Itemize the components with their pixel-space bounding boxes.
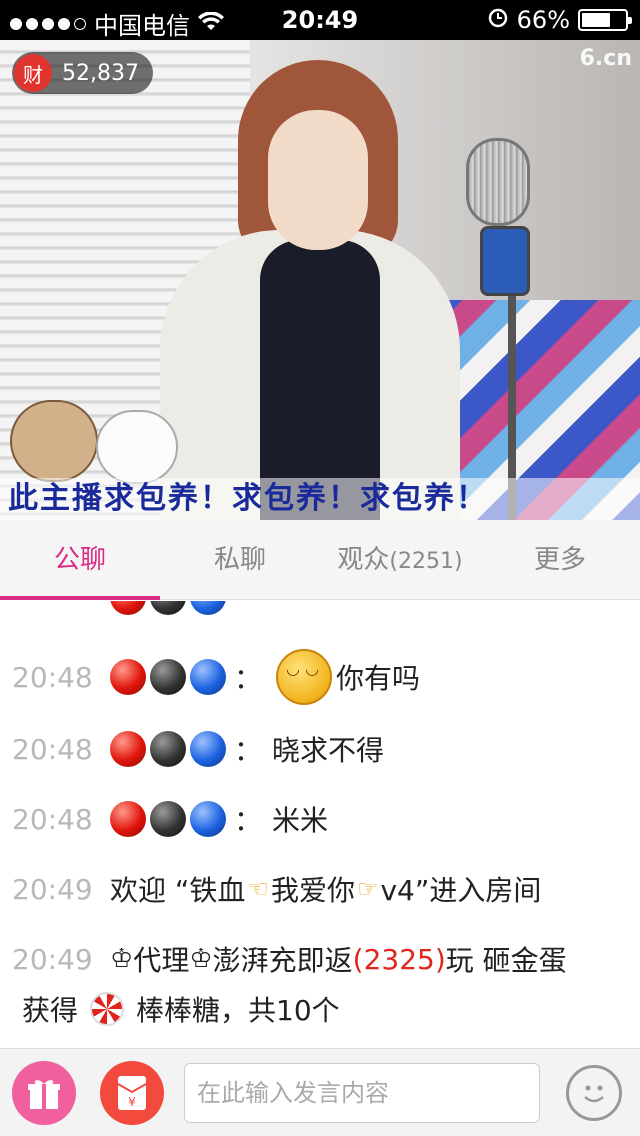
battery-group: 66% xyxy=(487,6,632,34)
red-packet-icon: ¥ xyxy=(117,1076,147,1110)
live-video[interactable]: 财 52,837 6.cn 此主播求包养！求包养！求包养！ xyxy=(0,40,640,520)
bunny-sticker xyxy=(96,410,178,484)
pointing-hand-icon: ☜ xyxy=(247,875,269,903)
input-bar: ¥ xyxy=(0,1048,640,1136)
smirk-emoji-icon xyxy=(276,649,333,705)
stream-banner: 此主播求包养！求包养！求包养！ xyxy=(0,478,640,520)
user-badge-blue-icon xyxy=(190,659,226,695)
wealth-icon: 财 xyxy=(14,54,52,92)
message-text: 你有吗 xyxy=(336,662,421,695)
gift-icon xyxy=(28,1080,60,1109)
message-separator: ： xyxy=(234,662,263,695)
svg-text:¥: ¥ xyxy=(128,1095,136,1109)
list-item: 获得 棒棒糖，共10个 xyxy=(22,989,340,1029)
status-bar: 中国电信 20:49 66% xyxy=(0,0,640,40)
user-badge-blue-icon xyxy=(190,801,226,837)
gift-sender-title: 代理 xyxy=(133,944,190,977)
list-item xyxy=(110,601,230,615)
message-text: 米米 xyxy=(272,804,329,837)
message-separator: ： xyxy=(234,734,263,767)
wealth-count: 52,837 xyxy=(62,60,139,86)
bear-sticker xyxy=(10,400,98,482)
tab-audience[interactable]: 观众(2251) xyxy=(320,520,480,599)
message-time: 20:48 xyxy=(12,660,93,694)
streamer-face xyxy=(268,110,368,250)
gift-sender-name: 澎湃充即返 xyxy=(212,944,353,977)
emoji-button[interactable] xyxy=(566,1065,622,1121)
user-badge-black-icon xyxy=(150,659,186,695)
chat-list[interactable]: 20:48 ： 你有吗 20:48 ： 晓求不得 20:48 ： 米米 20:4… xyxy=(0,601,640,1048)
welcome-prefix: 欢迎 “铁血 xyxy=(110,874,246,907)
lollipop-icon xyxy=(90,992,125,1026)
crown-icon: ♔ xyxy=(189,944,213,974)
tab-public-chat[interactable]: 公聊 xyxy=(0,520,160,600)
wealth-badge[interactable]: 财 52,837 xyxy=(12,52,153,94)
message-text: 晓求不得 xyxy=(272,734,385,767)
list-item: 20:48 ： 米米 xyxy=(12,799,328,839)
gift-button[interactable] xyxy=(12,1061,76,1125)
chat-tabs: 公聊 私聊 观众(2251) 更多 xyxy=(0,520,640,600)
user-badge-blue-icon xyxy=(190,601,226,615)
user-badge-black-icon xyxy=(150,801,186,837)
list-item: 20:48 ： 晓求不得 xyxy=(12,729,384,769)
user-badge-black-icon xyxy=(150,601,186,615)
user-badge-red-icon xyxy=(110,731,146,767)
microphone-icon xyxy=(466,138,530,226)
gift-result-prefix: 获得 xyxy=(22,994,79,1027)
message-time: 20:48 xyxy=(12,802,93,836)
list-item: 20:48 ： 你有吗 xyxy=(12,649,420,705)
user-badge-blue-icon xyxy=(190,731,226,767)
user-badge-red-icon xyxy=(110,801,146,837)
battery-percent: 66% xyxy=(516,6,570,34)
gift-action: 玩 砸金蛋 xyxy=(445,944,567,977)
crown-icon: ♔ xyxy=(110,944,134,974)
tab-more[interactable]: 更多 xyxy=(480,520,640,599)
welcome-name: 我爱你 xyxy=(270,874,355,907)
gift-sender-id: (2325) xyxy=(352,942,446,976)
smiley-icon xyxy=(584,1085,604,1103)
user-badge-red-icon xyxy=(110,601,146,615)
list-item: 20:49 ♔ 代理 ♔ 澎湃充即返 (2325) 玩 砸金蛋 xyxy=(12,939,567,979)
message-time: 20:49 xyxy=(12,942,93,976)
message-time: 20:48 xyxy=(12,732,93,766)
battery-icon xyxy=(578,9,632,31)
mic-body xyxy=(480,226,530,296)
list-item: 20:49 欢迎 “铁血 ☜ 我爱你 ☞ v4”进入房间 xyxy=(12,869,541,909)
pointing-hand-icon: ☞ xyxy=(356,875,379,903)
message-time: 20:49 xyxy=(12,872,93,906)
welcome-suffix: v4”进入房间 xyxy=(380,874,542,907)
user-badge-black-icon xyxy=(150,731,186,767)
chat-input[interactable] xyxy=(184,1063,540,1123)
red-packet-button[interactable]: ¥ xyxy=(100,1061,164,1125)
sticker-bears xyxy=(10,380,190,490)
message-separator: ： xyxy=(234,804,263,837)
user-badge-red-icon xyxy=(110,659,146,695)
alarm-icon xyxy=(487,6,509,34)
gift-result-suffix: 棒棒糖，共10个 xyxy=(136,994,340,1027)
tab-private-chat[interactable]: 私聊 xyxy=(160,520,320,599)
site-logo: 6.cn xyxy=(579,46,632,71)
